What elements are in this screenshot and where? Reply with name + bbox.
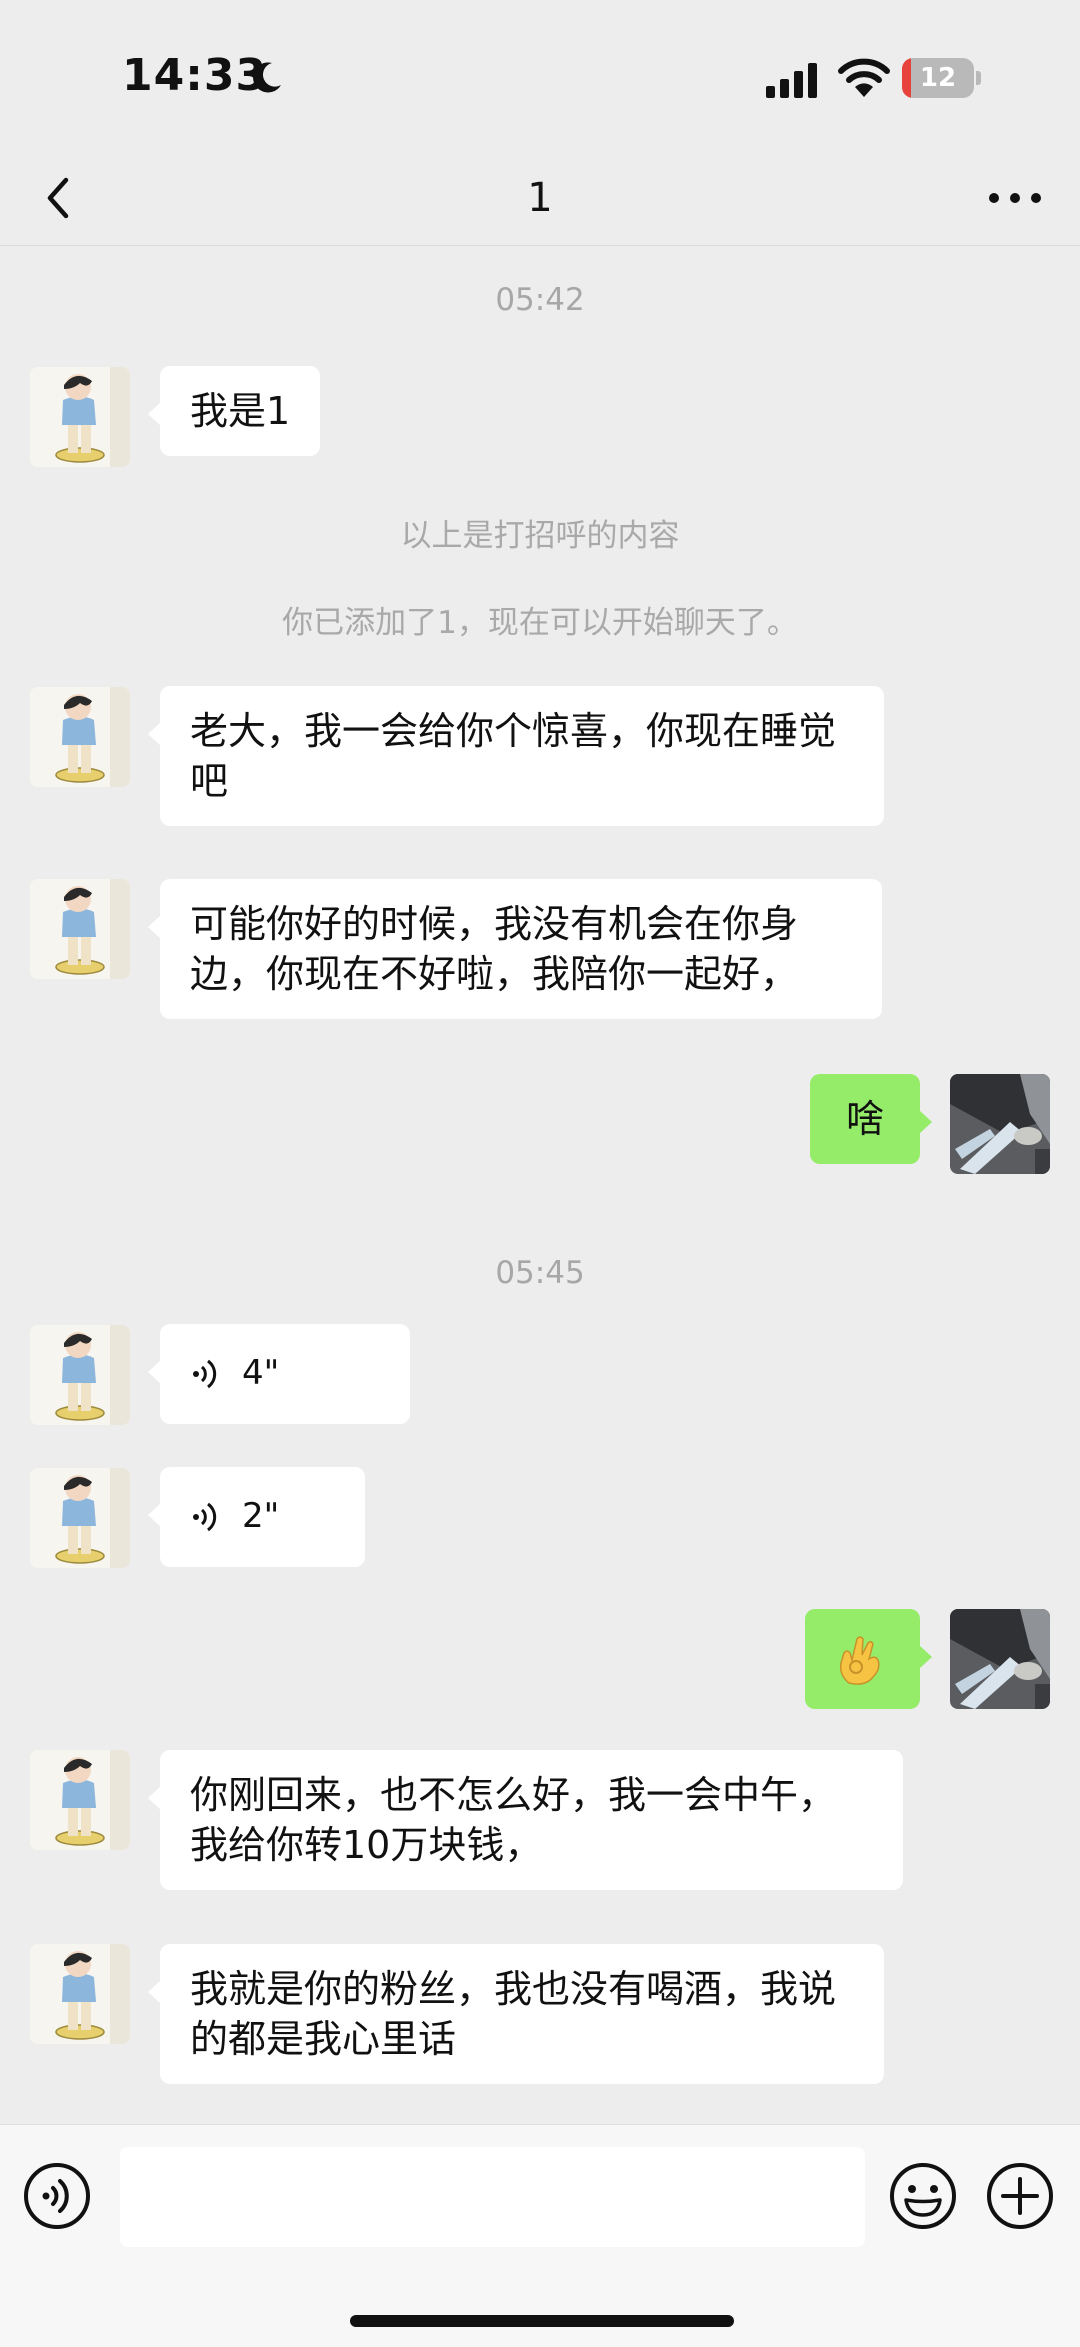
timestamp: 05:42 [495, 282, 585, 318]
chat-header: 1 [0, 150, 1080, 246]
incoming-message[interactable]: 老大，我一会给你个惊喜，你现在睡觉吧 [148, 686, 884, 826]
user-avatar[interactable] [950, 1609, 1050, 1709]
system-note: 以上是打招呼的内容 [400, 518, 680, 554]
battery-indicator: 12 [902, 58, 982, 98]
incoming-message[interactable]: 你刚回来，也不怎么好，我一会中午，我给你转10万块钱， [148, 1750, 903, 1890]
status-time: 14:33 [122, 50, 268, 101]
more-options-icon[interactable] [980, 168, 1050, 228]
voice-message[interactable]: 4" [148, 1324, 410, 1424]
plus-icon[interactable] [985, 2161, 1055, 2231]
voice-input-toggle-icon[interactable] [22, 2161, 92, 2231]
outgoing-message[interactable]: 啥 [810, 1074, 932, 1164]
moon-icon [253, 62, 281, 93]
chat-title: 1 [527, 175, 553, 221]
contact-avatar[interactable] [30, 687, 130, 787]
battery-body: 12 [902, 58, 974, 98]
outgoing-emoji-message[interactable] [805, 1609, 932, 1709]
message-input-bar [0, 2124, 1080, 2347]
contact-avatar[interactable] [30, 1944, 130, 2044]
incoming-message[interactable]: 可能你好的时候，我没有机会在你身边，你现在不好啦，我陪你一起好， [148, 879, 882, 1019]
ok-hand-emoji-icon [839, 1636, 880, 1685]
system-note-added: 你已添加了1，现在可以开始聊天了。 [282, 605, 798, 641]
contact-avatar[interactable] [30, 1325, 130, 1425]
voice-wave-icon [193, 1359, 217, 1389]
voice-wave-icon [193, 1502, 217, 1532]
voice-duration: 4" [242, 1353, 280, 1393]
status-bar: 14:33 12 [0, 0, 1080, 150]
voice-message[interactable]: 2" [148, 1467, 365, 1567]
incoming-message[interactable]: 我就是你的粉丝，我也没有喝酒，我说的都是我心里话 [148, 1944, 884, 2084]
cellular-signal-icon [766, 63, 817, 98]
battery-cap [976, 71, 981, 85]
contact-avatar[interactable] [30, 367, 130, 467]
chat-messages[interactable]: 05:42 我是1 以上是打招呼的内容 你已添加了1，现在可以开始聊天了。 老大… [0, 247, 1080, 2124]
emoji-icon[interactable] [888, 2161, 958, 2231]
wifi-icon [838, 58, 890, 97]
home-indicator [350, 2315, 734, 2327]
back-chevron-icon[interactable] [30, 168, 90, 228]
contact-avatar[interactable] [30, 879, 130, 979]
battery-level-text: 12 [919, 63, 957, 93]
timestamp: 05:45 [495, 1255, 585, 1291]
contact-avatar[interactable] [30, 1468, 130, 1568]
user-avatar[interactable] [950, 1074, 1050, 1174]
contact-avatar[interactable] [30, 1750, 130, 1850]
message-input[interactable] [120, 2147, 865, 2247]
voice-duration: 2" [242, 1496, 280, 1536]
incoming-message[interactable]: 我是1 [147, 366, 321, 456]
